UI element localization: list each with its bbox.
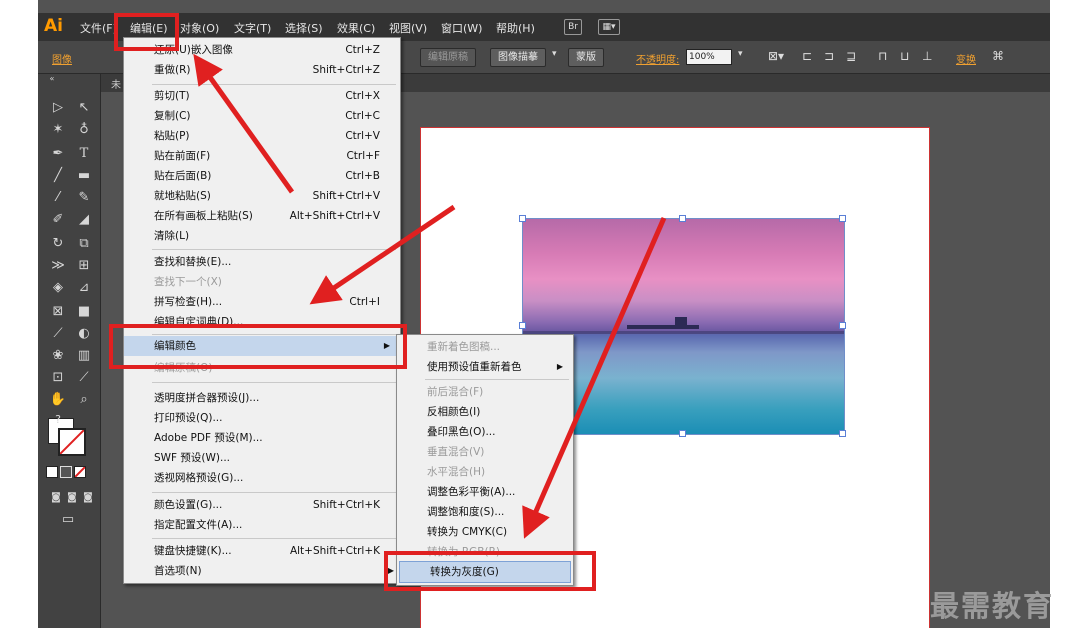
annotation-arrows xyxy=(193,53,667,539)
arrow-to-edit-colors xyxy=(309,204,456,305)
arrow-to-grayscale xyxy=(522,216,667,539)
watermark-text: 最需教育 xyxy=(930,589,1055,623)
arrow-to-edit-menu xyxy=(193,53,295,194)
